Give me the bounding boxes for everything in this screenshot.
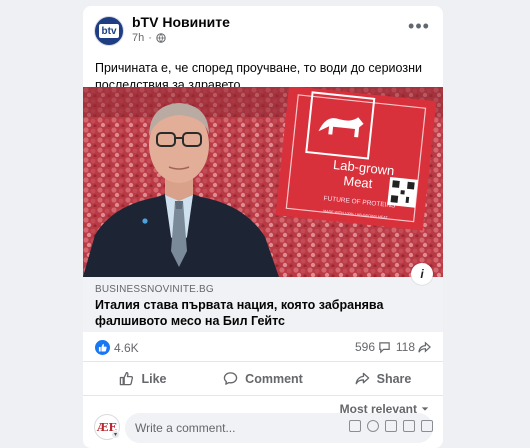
like-button[interactable]: Like — [83, 362, 203, 395]
news-photo: Lab-grown Meat FUTURE OF PROTEINS MADE W… — [83, 87, 443, 277]
composer-tools — [349, 420, 433, 432]
page-avatar[interactable]: btv — [94, 16, 124, 46]
like-reaction-icon[interactable] — [95, 340, 110, 355]
link-domain: BUSINESSNOVINITE.BG — [95, 284, 214, 295]
emoji-icon[interactable] — [367, 420, 379, 432]
more-options-icon[interactable]: ••• — [407, 16, 431, 36]
globe-icon — [156, 33, 166, 43]
share-label: Share — [376, 371, 412, 386]
comment-label: Comment — [245, 371, 303, 386]
share-icon — [355, 372, 369, 385]
share-arrow-icon — [418, 341, 431, 353]
comment-count[interactable]: 596 — [355, 340, 391, 354]
page-name[interactable]: bTV Новините — [132, 14, 230, 30]
link-headline[interactable]: Италия става първата нация, която забран… — [95, 297, 425, 329]
sticker-icon[interactable] — [421, 420, 433, 432]
camera-icon[interactable] — [385, 420, 397, 432]
comment-count-value: 596 — [354, 340, 375, 354]
post-image[interactable]: Lab-grown Meat FUTURE OF PROTEINS MADE W… — [83, 87, 443, 277]
post-header: btv bTV Новините 7h · ••• — [83, 6, 443, 54]
post-card: btv bTV Новините 7h · ••• Причината е, ч… — [83, 6, 443, 448]
engagement-stats: 4.6K 596 118 — [83, 332, 443, 362]
info-icon[interactable]: i — [411, 263, 433, 285]
post-actions: Like Comment Share — [83, 362, 443, 396]
share-button[interactable]: Share — [323, 362, 443, 395]
user-avatar[interactable]: ÆE ▾ — [94, 414, 120, 440]
btv-logo: btv — [99, 24, 119, 38]
comment-bubble-icon — [379, 341, 390, 354]
post-time[interactable]: 7h — [132, 32, 144, 44]
like-label: Like — [141, 371, 167, 386]
separator-dot: · — [148, 32, 152, 44]
link-preview[interactable]: BUSINESSNOVINITE.BG Италия става първата… — [83, 277, 443, 332]
avatar-switch-icon[interactable]: ▾ — [111, 430, 120, 439]
share-count-value: 118 — [395, 340, 415, 354]
avatar-sticker-icon[interactable] — [349, 420, 361, 432]
gif-icon[interactable] — [403, 420, 415, 432]
reaction-count[interactable]: 4.6K — [114, 341, 139, 355]
comment-composer: ÆE ▾ Write a comment... — [83, 411, 443, 448]
post-meta: 7h · — [132, 32, 166, 44]
package-title-2: Meat — [343, 173, 374, 191]
thumbs-up-icon — [120, 371, 134, 386]
comment-button[interactable]: Comment — [203, 362, 323, 395]
share-count[interactable]: 118 — [396, 340, 431, 354]
comment-icon — [223, 372, 238, 385]
